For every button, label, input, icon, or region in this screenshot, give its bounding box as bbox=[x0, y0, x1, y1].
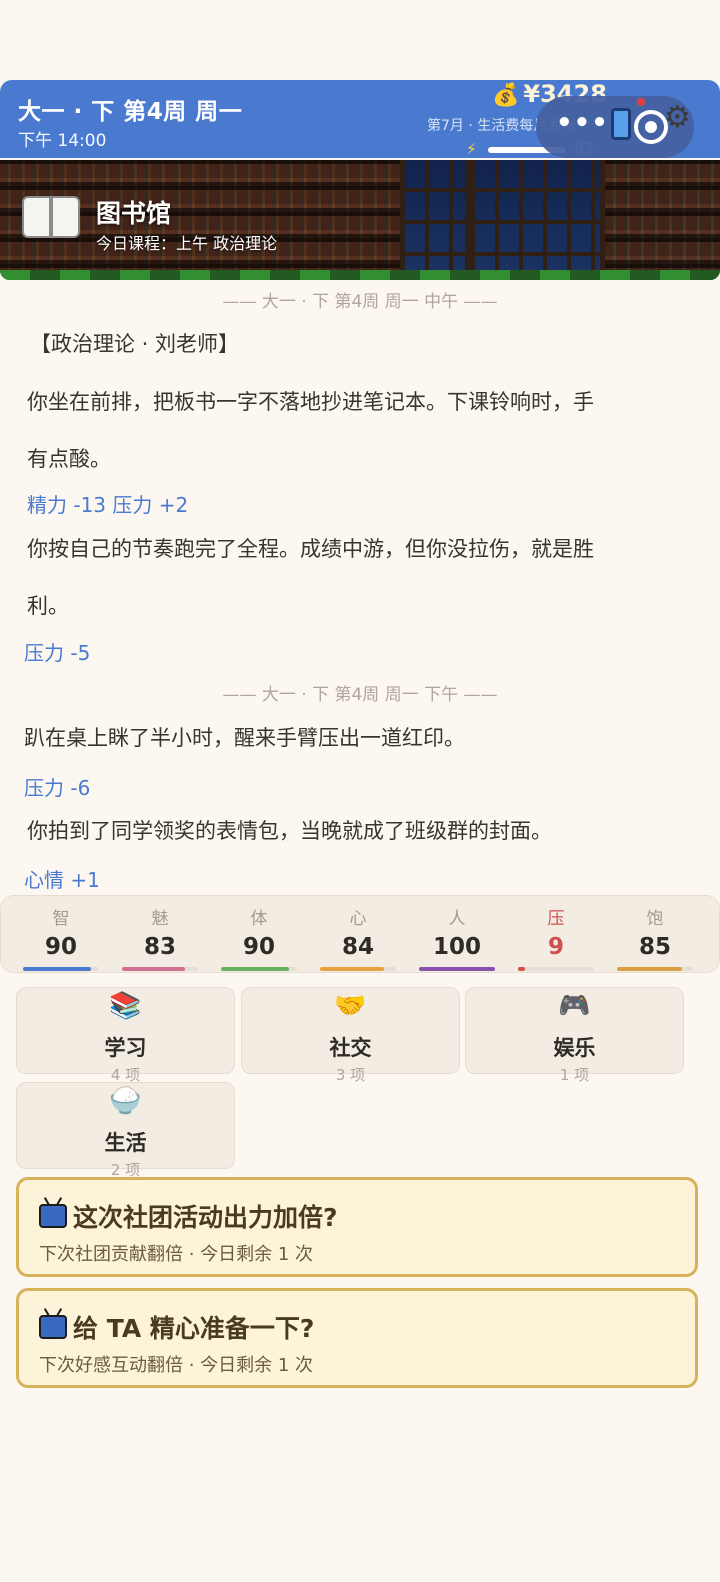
stat-label: 人 bbox=[448, 909, 466, 929]
category-name: 生活 bbox=[104, 1131, 147, 1155]
log-entry: 你坐在前排，把板书一字不落地抄进笔记本。下课铃响时，手 bbox=[27, 390, 594, 414]
handshake-icon: 🤝 bbox=[334, 991, 367, 1021]
stat-value: 83 bbox=[143, 934, 176, 960]
stat-value: 90 bbox=[44, 934, 77, 960]
term-week-day: 大一 · 下 第4周 周一 bbox=[18, 99, 243, 125]
stat-bar bbox=[23, 967, 92, 971]
time-separator: —— 大一 · 下 第4周 周一 下午 —— bbox=[222, 685, 498, 705]
more-menu-button[interactable]: ••• bbox=[556, 108, 609, 138]
log-entry: 趴在桌上眯了半小时，醒来手臂压出一道红印。 bbox=[24, 726, 465, 750]
stat-delta: 压力 -6 bbox=[24, 776, 91, 800]
stat-value: 84 bbox=[341, 934, 374, 960]
category-count: 3 项 bbox=[335, 1066, 366, 1084]
stat-charm: 魅 83 bbox=[120, 896, 210, 974]
tv-icon bbox=[39, 1315, 67, 1339]
books-icon: 📚 bbox=[109, 991, 142, 1021]
time-separator: —— 大一 · 下 第4周 周一 中午 —— bbox=[222, 292, 498, 312]
category-entertainment-button[interactable]: 🎮 娱乐 1 项 bbox=[465, 987, 684, 1084]
log-entry: 你拍到了同学领奖的表情包，当晚就成了班级群的封面。 bbox=[27, 819, 552, 843]
stat-bar bbox=[518, 967, 525, 971]
stat-label: 饱 bbox=[646, 909, 664, 929]
open-book-icon bbox=[20, 196, 82, 242]
stat-intelligence: 智 90 bbox=[21, 896, 111, 974]
time-of-day: 下午 14:00 bbox=[18, 131, 107, 151]
stat-label: 心 bbox=[349, 909, 367, 929]
ad-title: 给 TA 精心准备一下? bbox=[73, 1314, 315, 1343]
stat-value: 85 bbox=[638, 934, 671, 960]
gamepad-icon: 🎮 bbox=[558, 991, 591, 1021]
money-bag-icon: 💰 bbox=[492, 83, 520, 108]
stat-social: 人 100 bbox=[417, 896, 507, 974]
stat-bar bbox=[122, 967, 186, 971]
stat-delta: 精力 -13 压力 +2 bbox=[27, 493, 189, 517]
rice-bowl-icon: 🍚 bbox=[109, 1086, 142, 1116]
stat-label: 智 bbox=[52, 909, 70, 929]
category-count: 1 项 bbox=[559, 1066, 590, 1084]
lightning-icon: ⚡ bbox=[466, 140, 477, 158]
courses-today: 今日课程：上午 政治理论 bbox=[96, 234, 278, 253]
stat-label: 体 bbox=[250, 909, 268, 929]
stat-physique: 体 90 bbox=[219, 896, 309, 974]
ad-subtitle: 下次社团贡献翻倍 · 今日剩余 1 次 bbox=[39, 1244, 314, 1265]
stat-value: 9 bbox=[547, 934, 564, 960]
stat-label: 压 bbox=[547, 909, 565, 929]
category-study-button[interactable]: 📚 学习 4 项 bbox=[16, 987, 235, 1084]
stat-stress: 压 9 bbox=[516, 896, 606, 974]
stat-delta: 压力 -5 bbox=[24, 641, 91, 665]
tv-icon bbox=[39, 1204, 67, 1228]
category-name: 娱乐 bbox=[553, 1036, 596, 1060]
category-life-button[interactable]: 🍚 生活 2 项 bbox=[16, 1082, 235, 1179]
stats-panel: 智 90 魅 83 体 90 心 84 人 100 压 9 饱 85 bbox=[0, 895, 720, 973]
stat-label: 魅 bbox=[151, 909, 169, 929]
gear-icon[interactable]: ⚙ bbox=[664, 100, 691, 135]
notification-dot bbox=[637, 98, 645, 106]
stat-bar bbox=[617, 967, 682, 971]
ad-affection-boost-card[interactable]: 给 TA 精心准备一下? 下次好感互动翻倍 · 今日剩余 1 次 bbox=[16, 1288, 698, 1388]
stat-bar bbox=[419, 967, 495, 971]
stat-bar bbox=[221, 967, 290, 971]
stat-delta: 心情 +1 bbox=[24, 868, 100, 892]
location-banner: 图书馆 今日课程：上午 政治理论 bbox=[0, 160, 720, 280]
ad-club-boost-card[interactable]: 这次社团活动出力加倍? 下次社团贡献翻倍 · 今日剩余 1 次 bbox=[16, 1177, 698, 1277]
stat-satiety: 饱 85 bbox=[615, 896, 705, 974]
log-entry: 利。 bbox=[27, 594, 69, 618]
category-name: 社交 bbox=[329, 1036, 372, 1060]
category-name: 学习 bbox=[104, 1036, 147, 1060]
ad-subtitle: 下次好感互动翻倍 · 今日剩余 1 次 bbox=[39, 1355, 314, 1376]
location-name: 图书馆 bbox=[96, 199, 172, 228]
stat-bar bbox=[320, 967, 384, 971]
log-entry: 有点酸。 bbox=[27, 447, 111, 471]
stat-mood: 心 84 bbox=[318, 896, 408, 974]
phone-icon[interactable] bbox=[611, 108, 631, 140]
class-header: 【政治理论 · 刘老师】 bbox=[30, 332, 240, 356]
stat-value: 90 bbox=[242, 934, 275, 960]
log-entry: 你按自己的节奏跑完了全程。成绩中游，但你没拉伤，就是胜 bbox=[27, 537, 594, 561]
ad-title: 这次社团活动出力加倍? bbox=[73, 1203, 338, 1232]
close-miniprogram-button[interactable] bbox=[634, 110, 668, 144]
category-social-button[interactable]: 🤝 社交 3 项 bbox=[241, 987, 460, 1084]
stat-value: 100 bbox=[432, 934, 481, 960]
